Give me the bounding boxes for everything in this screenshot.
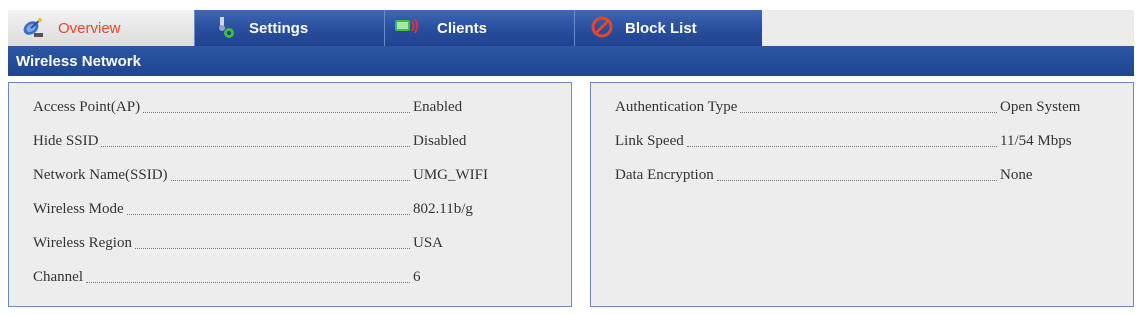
row-label: Access Point(AP) (33, 99, 141, 115)
info-row: Channel 6 (33, 269, 473, 286)
tab-label: Block List (625, 19, 697, 37)
row-value: None (1000, 167, 1033, 183)
block-icon (589, 14, 615, 40)
row-value: 6 (413, 269, 421, 285)
row-label: Hide SSID (33, 133, 99, 149)
tab-overview[interactable]: Overview (8, 10, 194, 46)
dotted-leader (686, 136, 997, 147)
info-row: Authentication Type Open System (615, 99, 1095, 116)
info-row: Network Name(SSID) UMG_WIFI (33, 167, 488, 184)
row-value: 11/54 Mbps (1000, 133, 1072, 149)
row-label: Wireless Mode (33, 201, 124, 217)
content-area: Access Point(AP) Enabled Hide SSID Disab… (8, 76, 1134, 312)
dotted-leader (86, 272, 410, 283)
info-row: Wireless Region USA (33, 235, 473, 252)
info-row: Data Encryption None (615, 167, 1095, 184)
row-value: 802.11b/g (413, 201, 473, 217)
tab-label: Settings (249, 19, 309, 37)
clients-icon (393, 14, 419, 40)
dotted-leader (143, 102, 410, 113)
tab-settings[interactable]: Settings (194, 10, 384, 46)
row-label: Data Encryption (615, 167, 714, 183)
row-value: Open System (1000, 99, 1081, 115)
dotted-leader (716, 170, 997, 181)
tab-label: Clients (437, 19, 488, 37)
dotted-leader (170, 170, 410, 181)
row-label: Authentication Type (615, 99, 738, 115)
row-value: Enabled (413, 99, 463, 115)
info-row: Hide SSID Disabled (33, 133, 473, 150)
info-row: Access Point(AP) Enabled (33, 99, 473, 116)
tab-block-list[interactable]: Block List (574, 10, 762, 46)
settings-icon (215, 14, 241, 40)
wireless-settings-panel: Access Point(AP) Enabled Hide SSID Disab… (8, 82, 572, 307)
info-row: Link Speed 11/54 Mbps (615, 133, 1095, 150)
row-label: Channel (33, 269, 83, 285)
row-label: Link Speed (615, 133, 684, 149)
dotted-leader (740, 102, 997, 113)
row-value: Disabled (413, 133, 467, 149)
row-label: Network Name(SSID) (33, 167, 168, 183)
dotted-leader (101, 136, 410, 147)
satellite-dish-icon (20, 14, 46, 40)
row-label: Wireless Region (33, 235, 132, 251)
dotted-leader (126, 204, 410, 215)
section-title: Wireless Network (8, 46, 1134, 76)
security-settings-panel: Authentication Type Open System Link Spe… (590, 82, 1134, 307)
row-value: UMG_WIFI (413, 167, 488, 183)
dotted-leader (134, 238, 410, 249)
row-value: USA (413, 235, 444, 251)
tab-bar: Overview Settings Clients Block List (8, 10, 1134, 46)
tab-label: Overview (58, 19, 121, 37)
info-row: Wireless Mode 802.11b/g (33, 201, 473, 218)
tab-clients[interactable]: Clients (384, 10, 574, 46)
